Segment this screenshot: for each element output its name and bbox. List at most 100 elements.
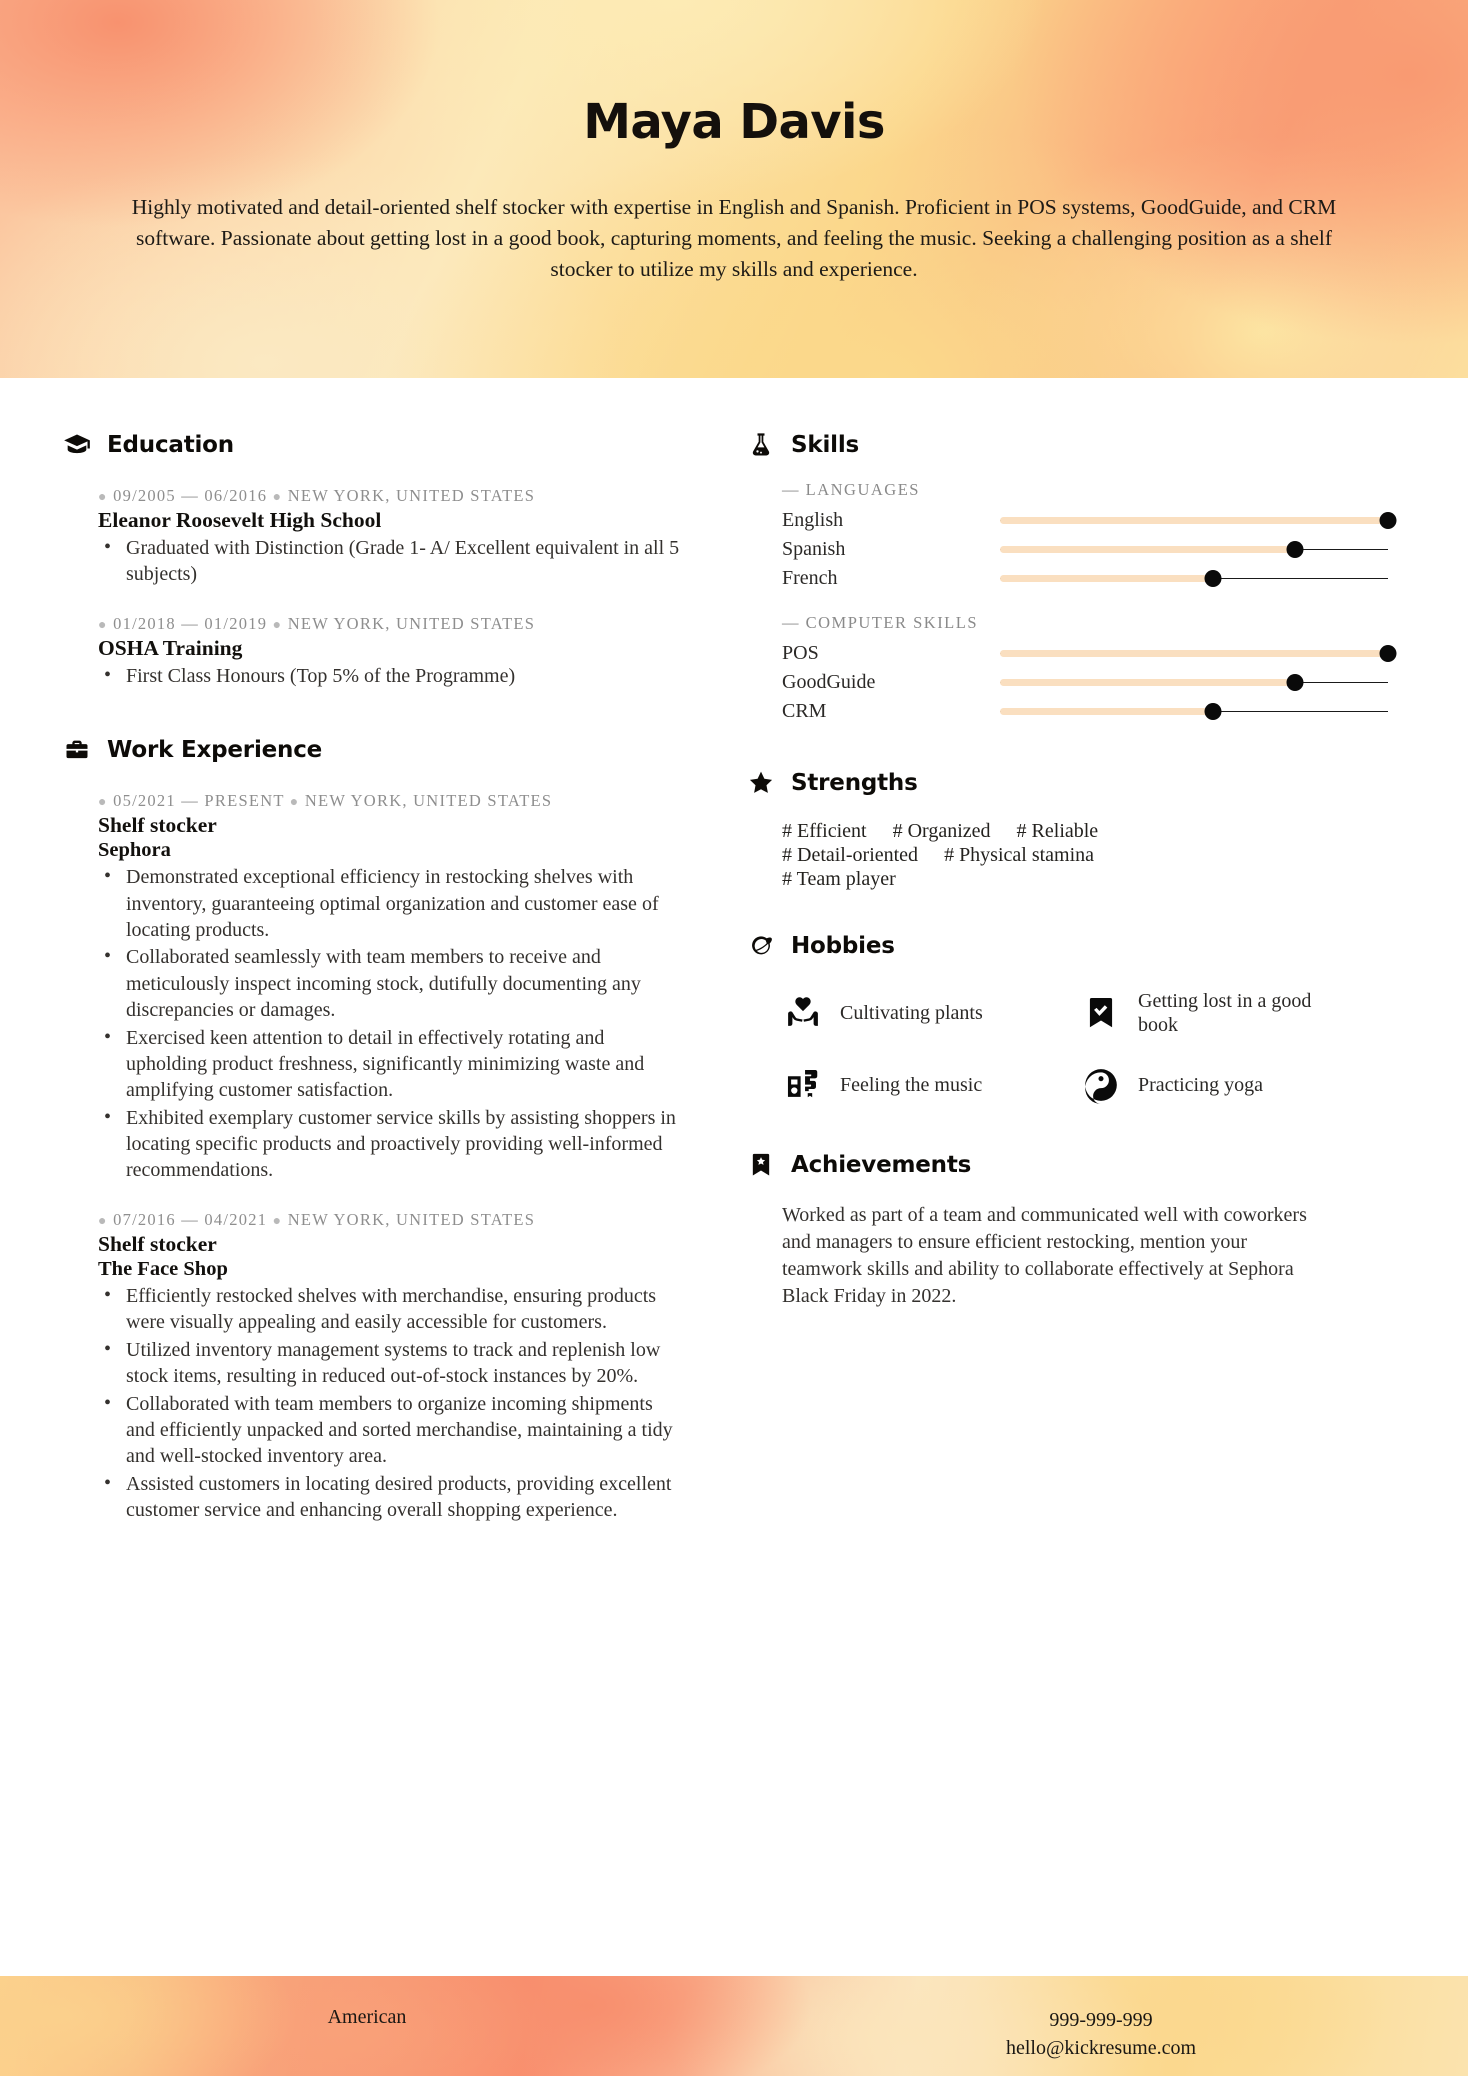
section-header-hobbies: Hobbies [746,931,1388,961]
section-header-skills: Skills [746,430,1388,460]
slider-fill [1000,546,1295,553]
section-header-strengths: Strengths [746,768,1388,798]
section-title: Hobbies [791,933,895,959]
skill-level-slider[interactable] [1000,570,1388,587]
list-item: Graduated with Distinction (Grade 1- A/ … [98,534,684,588]
entry-bullets: First Class Honours (Top 5% of the Progr… [98,662,684,689]
entry-meta: ● 07/2016 — 04/2021 ● NEW YORK, UNITED S… [98,1209,536,1229]
slider-knob[interactable] [1379,512,1397,529]
list-item: Assisted customers in locating desired p… [98,1470,684,1524]
education-entry: ● 09/2005 — 06/2016 ● NEW YORK, UNITED S… [62,486,684,588]
entry-bullets: Graduated with Distinction (Grade 1- A/ … [98,534,684,588]
list-item: Efficiently restocked shelves with merch… [98,1282,684,1336]
skill-level-slider[interactable] [1000,645,1397,662]
list-item: Utilized inventory management systems to… [98,1336,684,1390]
list-item: Exhibited exemplary customer service ski… [98,1104,684,1184]
strength-tag: # Efficient [782,820,867,842]
entry-dates: 09/2005 — 06/2016 [113,486,268,505]
entry-dates: 05/2021 — PRESENT [113,791,285,811]
hobby-item: Practicing yoga [1080,1064,1388,1106]
footer-email[interactable]: hello@kickresume.com [734,2034,1468,2062]
skill-level-slider[interactable] [1000,703,1388,720]
entry-location: NEW YORK, UNITED STATES [287,613,536,633]
entry-bullets: Efficiently restocked shelves with merch… [98,1282,684,1524]
star-icon [746,768,776,798]
slider-knob[interactable] [1286,541,1304,558]
list-item: Collaborated with team members to organi… [98,1390,684,1470]
hands-heart-icon [782,992,824,1034]
section-title: Strengths [791,770,918,796]
award-bookmark-icon [746,1150,776,1180]
entry-title: Shelf stocker [98,813,217,838]
hobby-item: Feeling the music [782,1064,1080,1106]
graduation-cap-icon [62,430,92,460]
entry-location: NEW YORK, UNITED STATES [304,791,553,811]
section-title: Skills [791,432,860,458]
right-column: Skills — LANGUAGES English Spanish Frenc… [730,378,1468,1876]
slider-knob[interactable] [1286,674,1304,691]
achievements-body: Worked as part of a team and communicate… [782,1203,1307,1307]
skill-label: Spanish [782,538,846,560]
slider-knob[interactable] [1204,570,1222,587]
hobbies-grid: Cultivating plants Getting lost in a goo… [746,989,1388,1106]
skill-level-slider[interactable] [1000,674,1388,691]
flask-icon [746,430,776,460]
strength-tag: # Reliable [1016,820,1099,842]
entry-dates: 07/2016 — 04/2021 [113,1209,268,1229]
slider-fill [1000,575,1214,582]
slider-fill [1000,517,1388,524]
skill-group-languages: — LANGUAGES English Spanish French [746,480,1397,593]
section-header-work-experience: Work Experience [62,735,684,765]
section-title: Achievements [791,1151,972,1178]
list-item: Collaborated seamlessly with team member… [98,943,684,1023]
skill-level-slider[interactable] [1000,512,1397,529]
yin-yang-icon [1080,1064,1122,1106]
skill-group-computer-skills: — COMPUTER SKILLS POS GoodGuide CRM [746,613,1397,726]
hobby-label: Feeling the music [840,1073,983,1096]
skill-label: English [782,509,844,531]
entry-meta: ● 09/2005 — 06/2016 ● NEW YORK, UNITED S… [98,486,536,505]
skill-group-label: — LANGUAGES [782,480,920,499]
hobby-label: Getting lost in a good book [1138,990,1312,1037]
skill-row: French [782,564,1388,593]
section-title: Work Experience [107,737,323,764]
strength-tag: # Detail-oriented [782,844,919,866]
slider-fill [1000,708,1214,715]
slider-knob[interactable] [1379,645,1397,662]
resume-header: Maya Davis Highly motivated and detail-o… [0,0,1468,378]
list-item: First Class Honours (Top 5% of the Progr… [98,662,684,689]
profile-summary: Highly motivated and detail-oriented she… [131,195,1337,281]
strength-tag: # Team player [782,868,896,890]
slider-fill [1000,650,1388,657]
strengths-list: # Efficient # Organized # Reliable # Det… [746,820,1216,891]
skill-label: POS [782,642,819,664]
entry-company: The Face Shop [98,1257,228,1280]
briefcase-icon [62,735,92,765]
boombox-icon [782,1064,824,1106]
skill-label: CRM [782,700,827,722]
skill-group-label: — COMPUTER SKILLS [782,613,979,632]
slider-knob[interactable] [1204,703,1222,720]
skill-level-slider[interactable] [1000,541,1388,558]
skill-row: Spanish [782,535,1388,564]
section-title: Education [107,432,234,458]
left-column: Education ● 09/2005 — 06/2016 ● NEW YORK… [0,378,730,1876]
list-item: Demonstrated exceptional efficiency in r… [98,863,684,943]
strength-tag: # Organized [892,820,991,842]
entry-meta: ● 05/2021 — PRESENT ● NEW YORK, UNITED S… [98,791,553,811]
hobby-label: Practicing yoga [1138,1073,1263,1096]
education-entry: ● 01/2018 — 01/2019 ● NEW YORK, UNITED S… [62,614,684,689]
bookmark-check-icon [1080,992,1122,1034]
footer-nationality: American [327,2006,407,2028]
footer-contact: 999-999-999 hello@kickresume.com [734,2006,1468,2063]
skill-row: English [782,506,1397,535]
work-entry: ● 07/2016 — 04/2021 ● NEW YORK, UNITED S… [62,1210,684,1524]
resume-footer: American 999-999-999 hello@kickresume.co… [0,1976,1468,2076]
hobby-label: Cultivating plants [840,1002,983,1025]
section-header-achievements: Achievements [746,1150,1388,1180]
strength-tag: # Physical stamina [944,844,1095,866]
footer-phone: 999-999-999 [1049,2009,1153,2031]
section-header-education: Education [62,430,684,460]
planet-icon [746,931,776,961]
resume-body: Education ● 09/2005 — 06/2016 ● NEW YORK… [0,378,1468,1876]
